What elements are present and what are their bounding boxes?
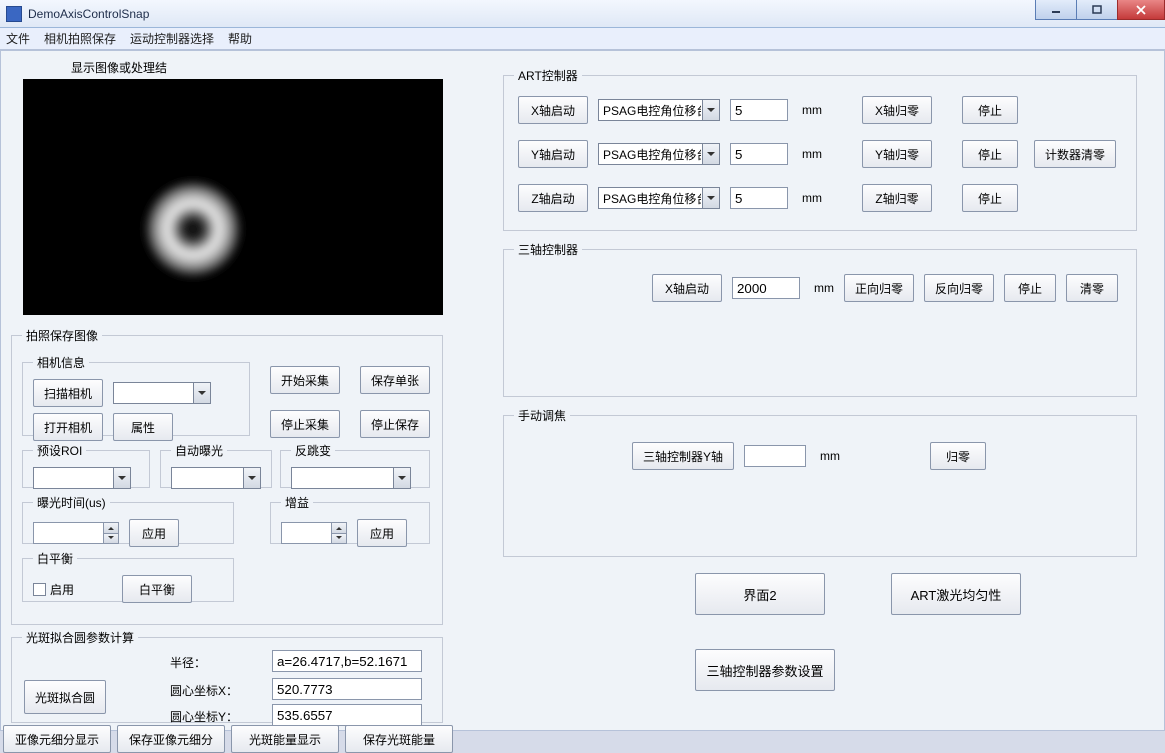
focus-y-axis-button[interactable]: 三轴控制器Y轴 [632,442,734,470]
close-button[interactable] [1117,0,1165,20]
image-caption: 显示图像或处理结 [71,59,167,76]
wb-enable-checkbox[interactable]: 启用 [33,581,74,598]
antijump-group: 反跳变 [280,442,430,488]
gain-apply-button[interactable]: 应用 [357,519,407,547]
chevron-down-icon [113,468,130,488]
cx-label: 圆心坐标X： [170,682,238,699]
spin-down-icon[interactable] [103,533,119,545]
art-x-start-button[interactable]: X轴启动 [518,96,588,124]
chevron-down-icon [702,188,719,208]
ui2-button[interactable]: 界面2 [695,573,825,615]
menu-help[interactable]: 帮助 [228,30,252,47]
art-z-stop-button[interactable]: 停止 [962,184,1018,212]
start-acq-button[interactable]: 开始采集 [270,366,340,394]
art-z-select[interactable]: PSAG电控角位移台 [598,187,720,209]
chevron-down-icon [702,100,719,120]
cy-label: 圆心坐标Y： [170,708,238,725]
preset-roi-group: 预设ROI [22,442,150,488]
art-z-input[interactable] [730,187,788,209]
camera-select[interactable] [113,382,211,404]
chevron-down-icon [393,468,410,488]
exposure-input[interactable] [33,522,103,544]
capture-group: 拍照保存图像 相机信息 扫描相机 打开相机 属性 开始采集 保存单张 停止采集 … [11,327,443,625]
art-y-select[interactable]: PSAG电控角位移台 [598,143,720,165]
gain-group: 增益 应用 [270,494,430,544]
triple-x-start-button[interactable]: X轴启动 [652,274,722,302]
exposure-group: 曝光时间(us) 应用 [22,494,234,544]
cy-value[interactable] [272,704,422,726]
antijump-select[interactable] [291,467,411,489]
spin-down-icon[interactable] [331,533,347,545]
art-y-input[interactable] [730,143,788,165]
art-laser-button[interactable]: ART激光均匀性 [891,573,1021,615]
wb-button[interactable]: 白平衡 [122,575,192,603]
titlebar: DemoAxisControlSnap [0,0,1165,28]
auto-exposure-group: 自动曝光 [160,442,272,488]
camera-props-button[interactable]: 属性 [113,413,173,441]
circle-fit-button[interactable]: 光斑拟合圆 [24,680,106,714]
menubar: 文件 相机拍照保存 运动控制器选择 帮助 [0,28,1165,50]
triple-axis-group: 三轴控制器 X轴启动 mm 正向归零 反向归零 停止 清零 [503,241,1137,397]
triple-clear-button[interactable]: 清零 [1066,274,1118,302]
window-title: DemoAxisControlSnap [28,7,149,21]
menu-camera[interactable]: 相机拍照保存 [44,30,116,47]
camera-info-group: 相机信息 扫描相机 打开相机 属性 [22,354,250,436]
save-single-button[interactable]: 保存单张 [360,366,430,394]
stop-acq-button[interactable]: 停止采集 [270,410,340,438]
subpixel-save-button[interactable]: 保存亚像元细分 [117,725,225,753]
auto-exposure-select[interactable] [171,467,261,489]
circle-fit-group: 光斑拟合圆参数计算 光斑拟合圆 半径： 圆心坐标X： 圆心坐标Y： [11,629,443,723]
radius-value[interactable] [272,650,422,672]
open-camera-button[interactable]: 打开相机 [33,413,103,441]
cx-value[interactable] [272,678,422,700]
app-icon [6,6,22,22]
gain-spinner[interactable] [281,522,347,544]
triple-stop-button[interactable]: 停止 [1004,274,1056,302]
capture-legend: 拍照保存图像 [22,327,102,344]
art-x-home-button[interactable]: X轴归零 [862,96,932,124]
art-x-stop-button[interactable]: 停止 [962,96,1018,124]
energy-save-button[interactable]: 保存光斑能量 [345,725,453,753]
art-y-home-button[interactable]: Y轴归零 [862,140,932,168]
maximize-button[interactable] [1076,0,1118,20]
preset-roi-select[interactable] [33,467,131,489]
triple-params-button[interactable]: 三轴控制器参数设置 [695,649,835,691]
triple-x-input[interactable] [732,277,800,299]
art-y-start-button[interactable]: Y轴启动 [518,140,588,168]
triple-rev-home-button[interactable]: 反向归零 [924,274,994,302]
white-balance-group: 白平衡 启用 白平衡 [22,550,234,602]
spot-image [133,169,253,289]
radius-label: 半径： [170,654,206,671]
exposure-spinner[interactable] [33,522,119,544]
stop-save-button[interactable]: 停止保存 [360,410,430,438]
spin-up-icon[interactable] [103,522,119,533]
triple-fwd-home-button[interactable]: 正向归零 [844,274,914,302]
chevron-down-icon [243,468,260,488]
gain-input[interactable] [281,522,331,544]
energy-show-button[interactable]: 光斑能量显示 [231,725,339,753]
art-x-input[interactable] [730,99,788,121]
art-z-home-button[interactable]: Z轴归零 [862,184,932,212]
manual-focus-group: 手动调焦 三轴控制器Y轴 mm 归零 [503,407,1137,557]
art-x-select[interactable]: PSAG电控角位移台 [598,99,720,121]
art-counter-reset-button[interactable]: 计数器清零 [1034,140,1116,168]
exposure-apply-button[interactable]: 应用 [129,519,179,547]
image-display [23,79,443,315]
spin-up-icon[interactable] [331,522,347,533]
chevron-down-icon [702,144,719,164]
art-y-stop-button[interactable]: 停止 [962,140,1018,168]
art-controller-group: ART控制器 X轴启动 PSAG电控角位移台 mm X轴归零 停止 Y轴启动 P… [503,67,1137,231]
chevron-down-icon [193,383,210,403]
subpixel-show-button[interactable]: 亚像元细分显示 [3,725,111,753]
focus-input[interactable] [744,445,806,467]
menu-file[interactable]: 文件 [6,30,30,47]
minimize-button[interactable] [1035,0,1077,20]
scan-camera-button[interactable]: 扫描相机 [33,379,103,407]
art-z-start-button[interactable]: Z轴启动 [518,184,588,212]
menu-motion[interactable]: 运动控制器选择 [130,30,214,47]
client-area: 显示图像或处理结 拍照保存图像 相机信息 扫描相机 [0,50,1165,731]
focus-home-button[interactable]: 归零 [930,442,986,470]
